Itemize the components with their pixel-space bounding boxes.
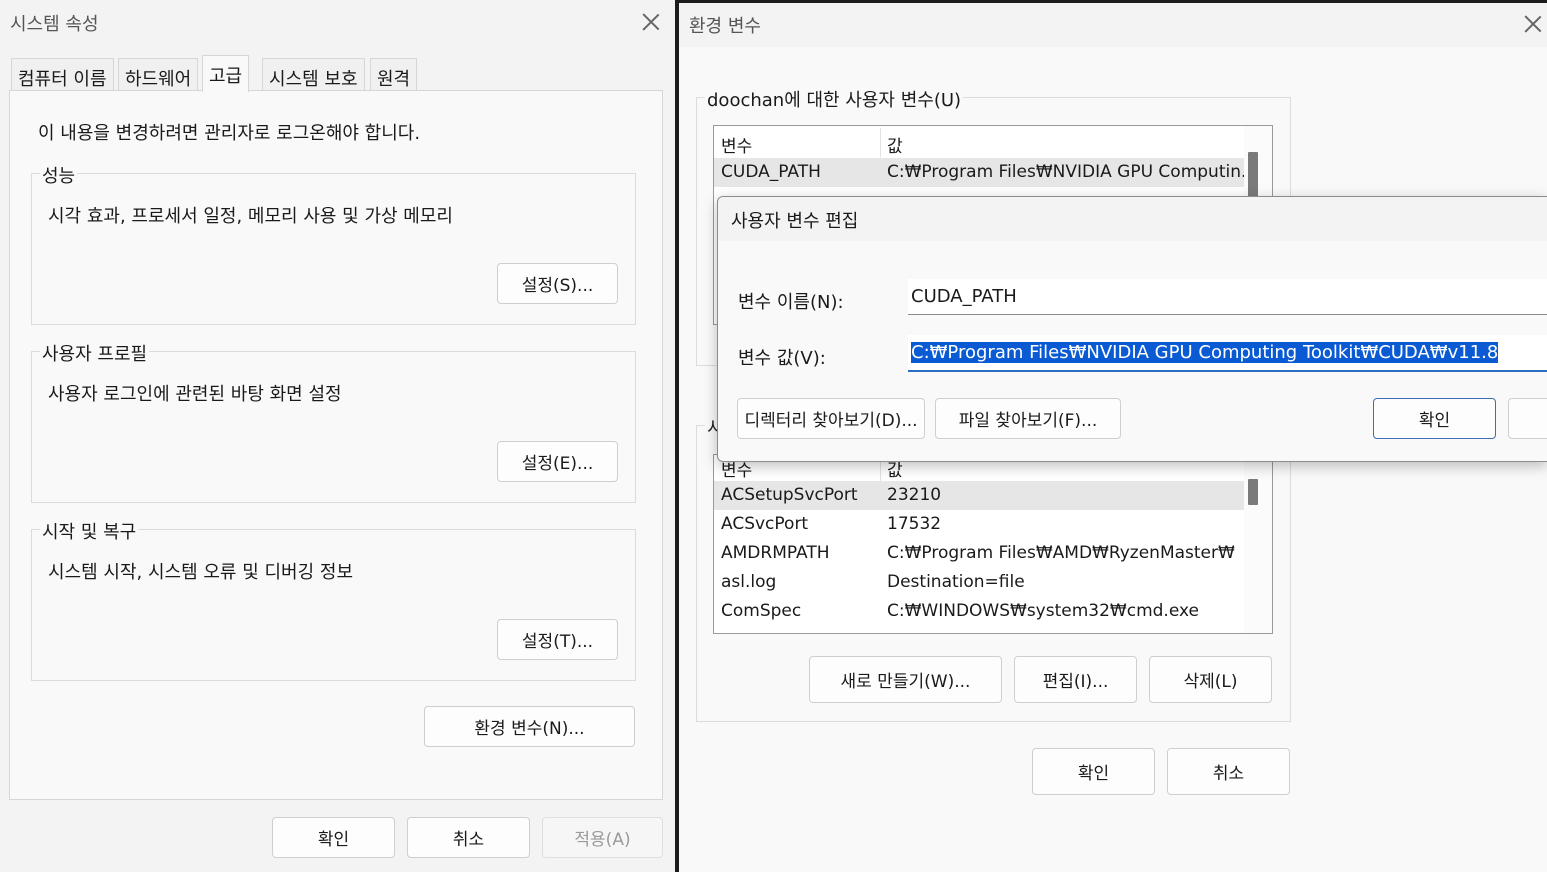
variable-value: 17532: [887, 514, 942, 534]
tab-remote[interactable]: 원격: [370, 58, 418, 91]
dialog-title: 사용자 변수 편집: [731, 211, 859, 232]
apply-button[interactable]: 적용(A): [542, 817, 663, 858]
variable-name-label: 변수 이름(N):: [738, 292, 844, 313]
edit-user-variable-dialog: 사용자 변수 편집 변수 이름(N): CUDA_PATH 변수 값(V): C…: [717, 196, 1547, 462]
variable-name: CUDA_PATH: [721, 162, 821, 182]
tab-system-protection[interactable]: 시스템 보호: [262, 58, 365, 91]
window-title: 환경 변수: [689, 16, 761, 37]
variable-name: asl.log: [721, 572, 777, 592]
titlebar: 환경 변수: [679, 3, 1547, 47]
performance-label: 성능: [40, 162, 78, 188]
table-row[interactable]: AMDRMPATH C:₩Program Files₩AMD₩RyzenMast…: [714, 539, 1244, 568]
system-variables-list[interactable]: 변수 값 ACSetupSvcPort 23210 ACSvcPort 1753…: [713, 454, 1273, 634]
variable-name: ComSpec: [721, 601, 802, 621]
variable-name: ACSvcPort: [721, 514, 809, 534]
startup-recovery-desc: 시스템 시작, 시스템 오류 및 디버깅 정보: [48, 562, 354, 583]
tab-advanced[interactable]: 고급: [202, 55, 250, 92]
user-profile-label: 사용자 프로필: [40, 340, 150, 366]
browse-file-button[interactable]: 파일 찾아보기(F)...: [935, 398, 1121, 439]
edit-variable-button[interactable]: 편집(I)...: [1014, 656, 1137, 703]
variable-value: C:₩Program Files₩AMD₩RyzenMaster₩: [887, 543, 1235, 563]
close-icon[interactable]: [1522, 13, 1544, 35]
performance-group: 성능 시각 효과, 프로세서 일정, 메모리 사용 및 가상 메모리 설정(S)…: [31, 162, 636, 325]
table-row[interactable]: ComSpec C:₩WINDOWS₩system32₩cmd.exe: [714, 597, 1244, 626]
user-profile-settings-button[interactable]: 설정(E)...: [497, 441, 618, 482]
variable-value: 23210: [887, 485, 942, 505]
column-header-value[interactable]: 값: [887, 132, 903, 157]
startup-settings-button[interactable]: 설정(T)...: [497, 619, 618, 660]
scroll-thumb[interactable]: [1248, 479, 1258, 505]
user-variables-label: doochan에 대한 사용자 변수(U): [705, 86, 964, 112]
cancel-button[interactable]: 취소: [407, 817, 530, 858]
tab-hardware[interactable]: 하드웨어: [118, 58, 199, 91]
browse-directory-button[interactable]: 디렉터리 찾아보기(D)...: [737, 398, 925, 439]
window-title: 시스템 속성: [10, 14, 99, 35]
column-divider: [880, 128, 881, 157]
tab-computer-name[interactable]: 컴퓨터 이름: [11, 58, 114, 91]
new-variable-button[interactable]: 새로 만들기(W)...: [809, 656, 1002, 703]
environment-variables-button[interactable]: 환경 변수(N)...: [424, 706, 635, 747]
cancel-button[interactable]: 취소: [1167, 748, 1290, 795]
scrollbar[interactable]: [1244, 455, 1272, 633]
ok-button[interactable]: 확인: [1373, 398, 1496, 439]
ok-button[interactable]: 확인: [1032, 748, 1155, 795]
table-row[interactable]: asl.log Destination=file: [714, 568, 1244, 597]
titlebar: 시스템 속성: [0, 0, 675, 46]
table-row[interactable]: CUDA_PATH C:₩Program Files₩NVIDIA GPU Co…: [714, 158, 1257, 187]
titlebar: 사용자 변수 편집: [718, 197, 1547, 241]
variable-name: AMDRMPATH: [721, 543, 830, 563]
startup-recovery-label: 시작 및 복구: [40, 518, 139, 544]
ok-button[interactable]: 확인: [272, 817, 395, 858]
table-row[interactable]: ACSetupSvcPort 23210: [714, 481, 1244, 510]
variable-value: C:₩WINDOWS₩system32₩cmd.exe: [887, 601, 1199, 621]
tab-panel: 이 내용을 변경하려면 관리자로 로그온해야 합니다. 성능 시각 효과, 프로…: [9, 90, 663, 800]
selected-value-text: C:₩Program Files₩NVIDIA GPU Computing To…: [911, 342, 1499, 363]
table-row[interactable]: ACSvcPort 17532: [714, 510, 1244, 539]
startup-recovery-group: 시작 및 복구 시스템 시작, 시스템 오류 및 디버깅 정보 설정(T)...: [31, 518, 636, 681]
performance-settings-button[interactable]: 설정(S)...: [497, 263, 618, 304]
variable-value-input[interactable]: C:₩Program Files₩NVIDIA GPU Computing To…: [908, 335, 1547, 372]
variable-value-label: 변수 값(V):: [738, 348, 826, 369]
system-properties-window: 시스템 속성 컴퓨터 이름 하드웨어 고급 시스템 보호 원격 이 내용을 변경…: [0, 0, 675, 872]
list-header: 변수 값: [714, 128, 1244, 157]
variable-name: ACSetupSvcPort: [721, 485, 858, 505]
performance-desc: 시각 효과, 프로세서 일정, 메모리 사용 및 가상 메모리: [48, 206, 453, 227]
variable-value: Destination=file: [887, 572, 1025, 592]
delete-variable-button[interactable]: 삭제(L): [1149, 656, 1272, 703]
user-profile-group: 사용자 프로필 사용자 로그인에 관련된 바탕 화면 설정 설정(E)...: [31, 340, 636, 503]
scroll-thumb[interactable]: [1248, 152, 1258, 200]
close-icon[interactable]: [640, 11, 662, 33]
variable-name-input[interactable]: CUDA_PATH: [908, 279, 1547, 315]
cancel-button[interactable]: [1508, 398, 1547, 439]
admin-note: 이 내용을 변경하려면 관리자로 로그온해야 합니다.: [38, 123, 421, 144]
user-profile-desc: 사용자 로그인에 관련된 바탕 화면 설정: [48, 384, 342, 405]
variable-value: C:₩Program Files₩NVIDIA GPU Computin...: [887, 162, 1258, 182]
column-header-variable[interactable]: 변수: [721, 132, 752, 157]
system-variables-group: 시 변수 값 ACSetupSvcPort 23210 ACSvcPort 17…: [696, 414, 1291, 722]
